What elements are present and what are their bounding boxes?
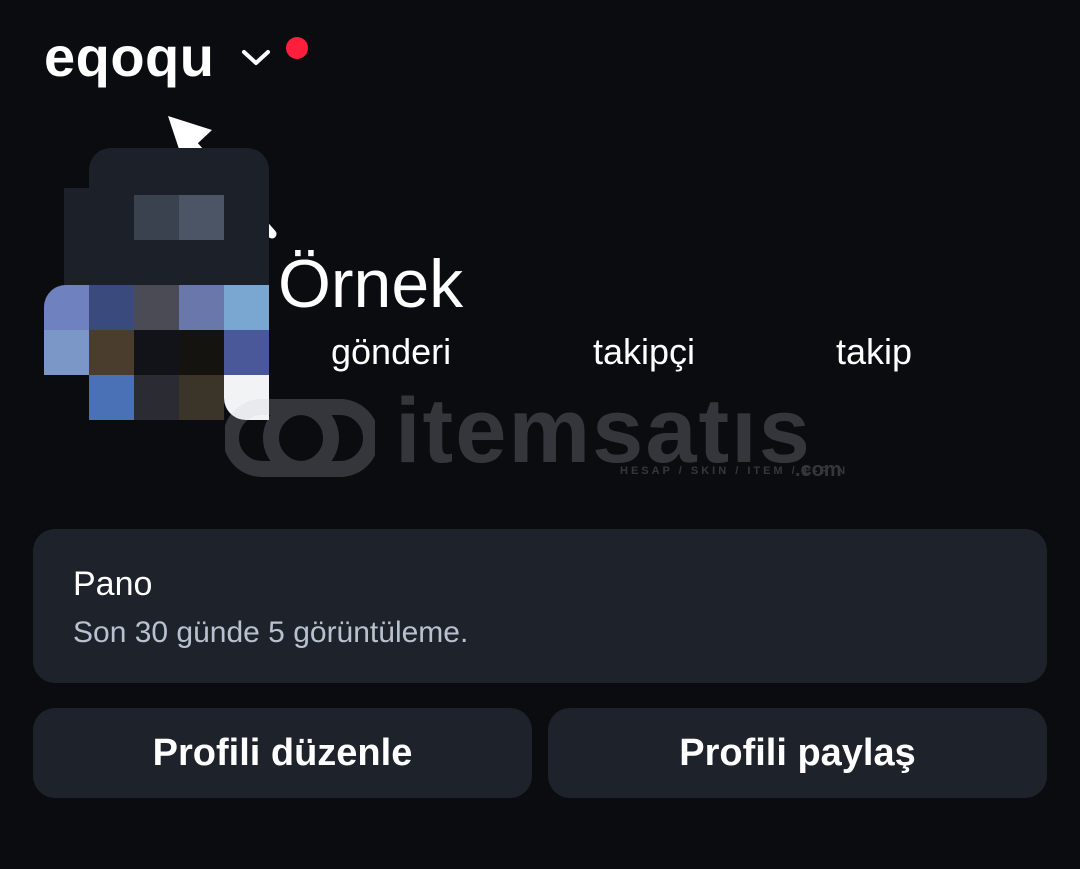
username-label[interactable]: eqoqu: [44, 29, 214, 85]
stat-followers-label[interactable]: takipçi: [593, 334, 695, 370]
profile-header: eqoqu: [44, 22, 309, 92]
notification-dot: [286, 37, 309, 59]
avatar[interactable]: [44, 148, 269, 420]
dashboard-title: Pano: [73, 565, 153, 603]
stat-following-label[interactable]: takip: [836, 334, 912, 370]
edit-profile-button[interactable]: Profili düzenle: [33, 708, 532, 798]
stat-posts-label[interactable]: gönderi: [331, 334, 451, 370]
chevron-down-icon[interactable]: [240, 47, 272, 67]
watermark-domain: .com: [795, 459, 842, 481]
watermark-word: itemsatıs: [395, 380, 812, 482]
dashboard-card[interactable]: Pano Son 30 günde 5 görüntüleme.: [33, 529, 1047, 683]
watermark: itemsatıs HESAP / SKIN / ITEM / E-PIN .c…: [225, 385, 865, 485]
watermark-logo-icon: [225, 399, 375, 477]
share-profile-button[interactable]: Profili paylaş: [548, 708, 1047, 798]
display-name: Örnek: [278, 246, 464, 322]
dashboard-subtitle: Son 30 günde 5 görüntüleme.: [73, 616, 469, 649]
